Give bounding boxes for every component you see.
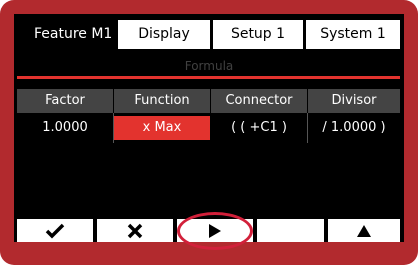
triangle-up-icon [356, 224, 372, 238]
highlight-circle [177, 212, 253, 250]
column-header-connector: Connector [211, 89, 307, 113]
tab-setup-1[interactable]: Setup 1 [213, 20, 303, 49]
accent-divider [17, 76, 400, 79]
column-divider [113, 113, 114, 143]
column-header-factor: Factor [17, 89, 113, 113]
value-divisor[interactable]: / 1.0000 ) [308, 116, 400, 140]
tab-feature-m1[interactable]: Feature M1 [17, 20, 115, 49]
value-function[interactable]: x Max [114, 116, 210, 140]
column-header-divisor: Divisor [308, 89, 400, 113]
value-connector[interactable]: ( ( +C1 ) [211, 116, 307, 140]
softkey-confirm[interactable] [17, 219, 93, 242]
value-factor[interactable]: 1.0000 [17, 116, 113, 140]
tab-system-1[interactable]: System 1 [306, 20, 400, 49]
column-divider [307, 113, 308, 143]
checkmark-icon [45, 223, 65, 239]
softkey-cancel[interactable] [97, 219, 173, 242]
section-title: Formula [184, 59, 234, 73]
softkey-up[interactable] [328, 219, 400, 242]
column-header-function: Function [114, 89, 210, 113]
x-icon [127, 223, 143, 239]
tab-display[interactable]: Display [118, 20, 210, 49]
softkey-blank[interactable] [257, 219, 324, 242]
